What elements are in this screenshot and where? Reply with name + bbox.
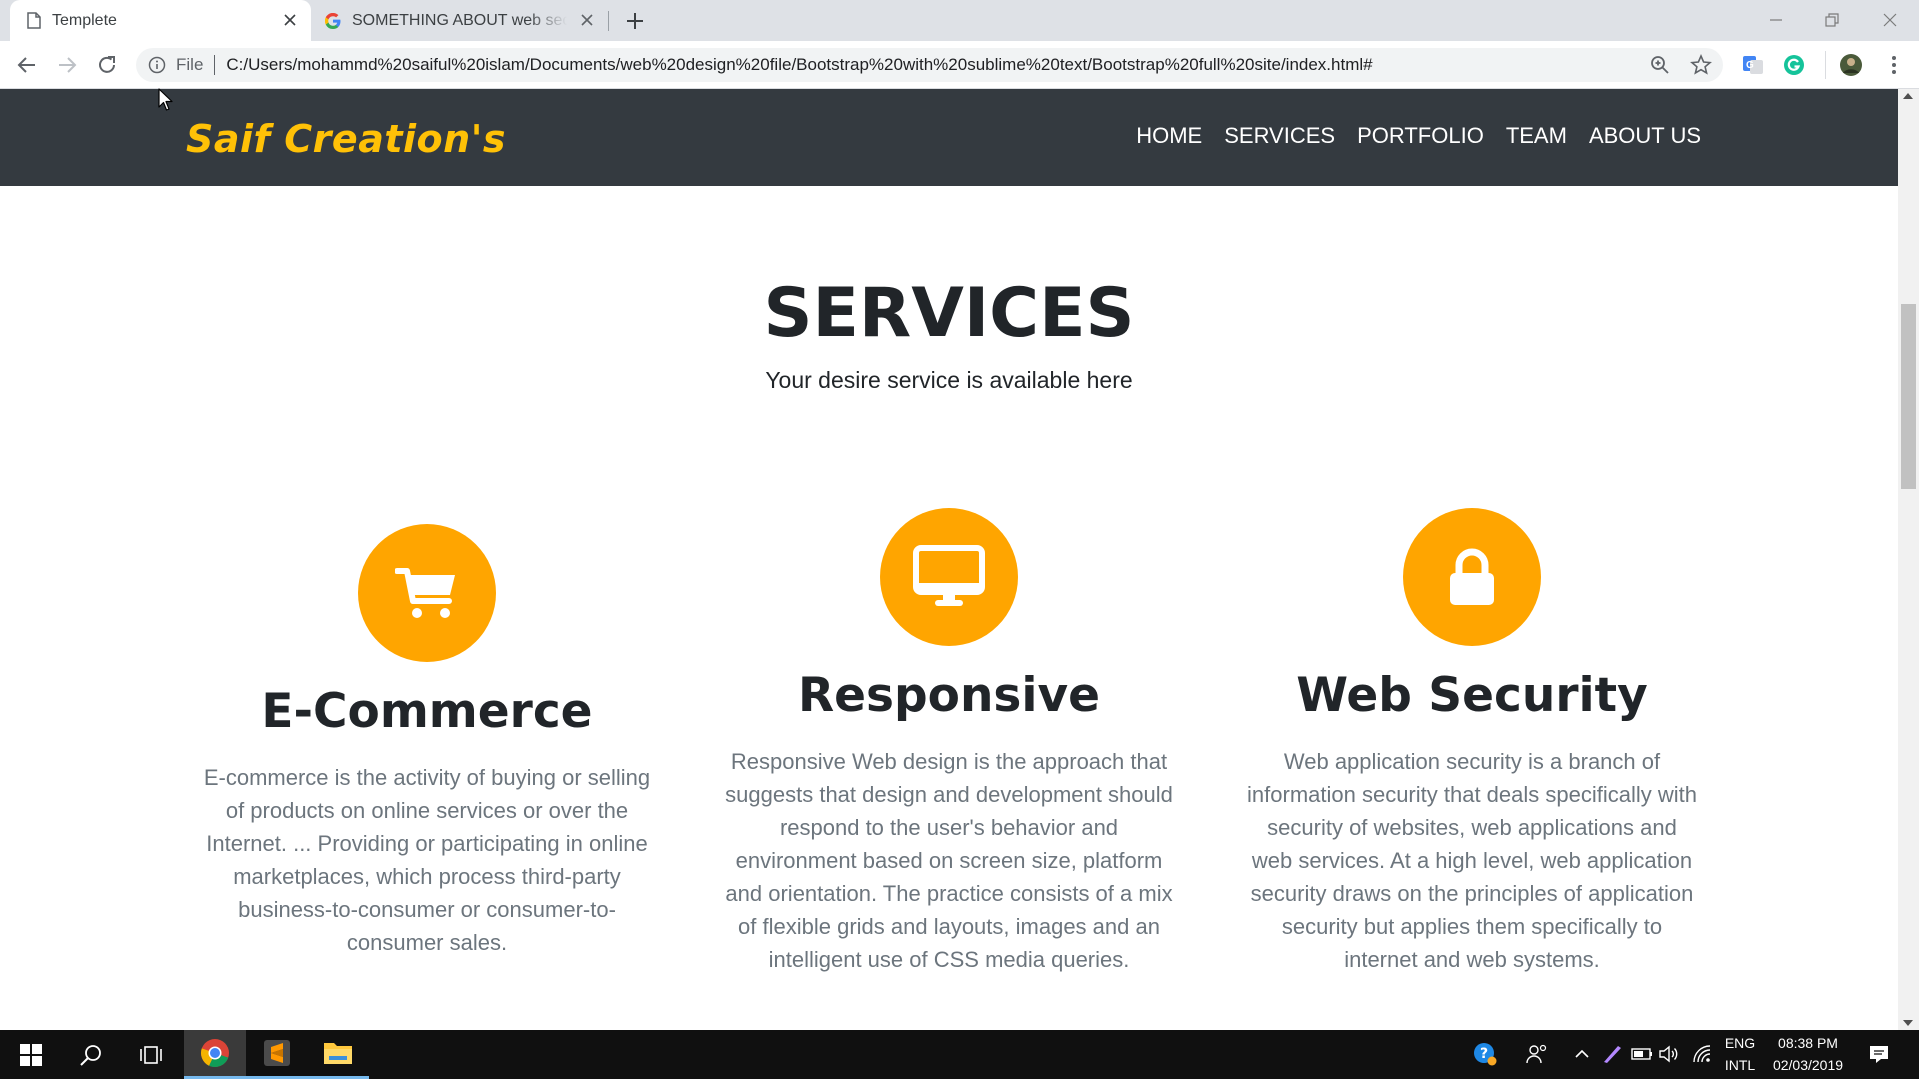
zoom-icon[interactable] [1648,53,1672,77]
close-tab-icon[interactable] [580,13,594,27]
clock[interactable]: 08:38 PM 02/03/2019 [1764,1032,1852,1076]
reload-icon[interactable] [95,53,119,77]
close-tab-icon[interactable] [283,13,297,27]
service-icon-circle [880,508,1018,646]
address-bar[interactable]: File C:/Users/mohammd%20saiful%20islam/D… [136,48,1723,82]
minimize-window-icon[interactable] [1764,8,1788,32]
omnibox-divider [214,55,216,75]
sublime-text-icon [264,1040,290,1066]
wifi-icon[interactable] [1690,1042,1714,1066]
start-button[interactable] [0,1030,62,1079]
svg-text:G: G [1746,60,1754,71]
battery-icon[interactable] [1630,1042,1654,1066]
site-info-icon[interactable] [148,56,166,74]
tab-something-about-web-security[interactable]: SOMETHING ABOUT web security [313,0,608,41]
task-view-button[interactable] [120,1030,182,1079]
grammarly-extension-icon[interactable] [1782,53,1806,77]
nav-team[interactable]: TEAM [1506,123,1567,149]
profile-avatar-icon[interactable] [1839,53,1863,77]
taskbar-chrome[interactable] [184,1030,246,1079]
service-title: Responsive [797,668,1101,723]
tab-title: SOMETHING ABOUT web security [352,11,567,29]
close-window-icon[interactable] [1878,8,1902,32]
browser-menu-icon[interactable] [1882,53,1906,77]
language-code: ENG [1724,1035,1756,1051]
service-title: Web Security [1296,668,1648,723]
site-navbar: Saif Creation's HOME SERVICES PORTFOLIO … [0,89,1898,186]
scrollbar-thumb[interactable] [1901,304,1916,489]
service-title: E-Commerce [261,684,593,739]
nav-services[interactable]: SERVICES [1224,123,1335,149]
chevron-up-icon[interactable] [1570,1042,1594,1066]
clock-date: 02/03/2019 [1772,1057,1844,1073]
pen-workspace-icon[interactable] [1600,1042,1624,1066]
restore-window-icon[interactable] [1820,8,1844,32]
nav-about-us[interactable]: ABOUT US [1589,123,1701,149]
section-subtitle: Your desire service is available here [765,367,1133,393]
toolbar-divider [1825,51,1826,79]
url-text[interactable]: C:/Users/mohammd%20saiful%20islam/Docume… [226,55,1386,75]
chrome-icon [201,1039,229,1068]
taskbar-sublime-text[interactable] [246,1030,308,1079]
people-icon[interactable] [1525,1042,1549,1066]
mouse-pointer-icon [158,88,173,111]
page-icon [27,12,41,29]
taskbar-file-explorer[interactable] [307,1030,369,1079]
windows-taskbar: ? ENG INTL 08:38 PM 02/03/2019 [0,1030,1919,1079]
brand-logo[interactable]: Saif Creation's [186,117,506,161]
service-description: E-commerce is the activity of buying or … [203,765,651,955]
screen: Templete SOMETHING ABOUT web security [0,0,1919,1079]
clock-time: 08:38 PM [1778,1035,1838,1051]
svg-text:?: ? [1480,1046,1488,1062]
nav-menu: HOME SERVICES PORTFOLIO TEAM ABOUT US [1136,123,1701,149]
back-arrow-icon[interactable] [15,53,39,77]
tab-separator [608,11,609,31]
new-tab-plus-icon[interactable] [624,10,646,32]
google-translate-extension-icon[interactable]: G [1741,53,1765,77]
search-button[interactable] [60,1030,122,1079]
notifications-icon[interactable] [1867,1042,1891,1066]
forward-arrow-icon[interactable] [55,53,79,77]
desktop-monitor-icon [913,545,985,606]
nav-home[interactable]: HOME [1136,123,1202,149]
tab-templete[interactable]: Templete [10,0,311,41]
service-icon-circle [1403,508,1541,646]
start-windows-icon [20,1043,42,1066]
service-icon-circle [358,524,496,662]
service-description: Web application security is a branch of … [1247,749,1697,972]
scroll-up-arrow-icon[interactable] [1903,93,1913,99]
page-viewport: Saif Creation's HOME SERVICES PORTFOLIO … [0,89,1919,1030]
lock-icon [1450,548,1494,605]
service-card-web-security: Web Security Web application security is… [1237,508,1707,976]
nav-portfolio[interactable]: PORTFOLIO [1357,123,1484,149]
service-card-ecommerce: E-Commerce E-commerce is the activity of… [192,524,662,959]
keyboard-layout: INTL [1724,1057,1756,1073]
volume-icon[interactable] [1657,1042,1681,1066]
service-description: Responsive Web design is the approach th… [725,749,1173,972]
service-card-responsive: Responsive Responsive Web design is the … [714,508,1184,976]
google-icon [325,12,341,29]
help-question-icon[interactable]: ? [1473,1042,1497,1066]
task-view-icon [140,1045,162,1064]
scroll-down-arrow-icon[interactable] [1903,1020,1913,1026]
search-icon [80,1044,101,1066]
shopping-cart-icon [395,568,455,618]
bookmark-star-icon[interactable] [1689,53,1713,77]
section-title: SERVICES [763,274,1135,353]
file-explorer-icon [324,1043,352,1064]
page-scrollbar[interactable] [1898,89,1919,1030]
browser-toolbar: File C:/Users/mohammd%20saiful%20islam/D… [0,41,1919,89]
file-scheme-label: File [176,55,204,74]
browser-tab-strip: Templete SOMETHING ABOUT web security [0,0,1919,41]
input-language[interactable]: ENG INTL [1718,1032,1762,1076]
tab-title: Templete [52,11,117,29]
